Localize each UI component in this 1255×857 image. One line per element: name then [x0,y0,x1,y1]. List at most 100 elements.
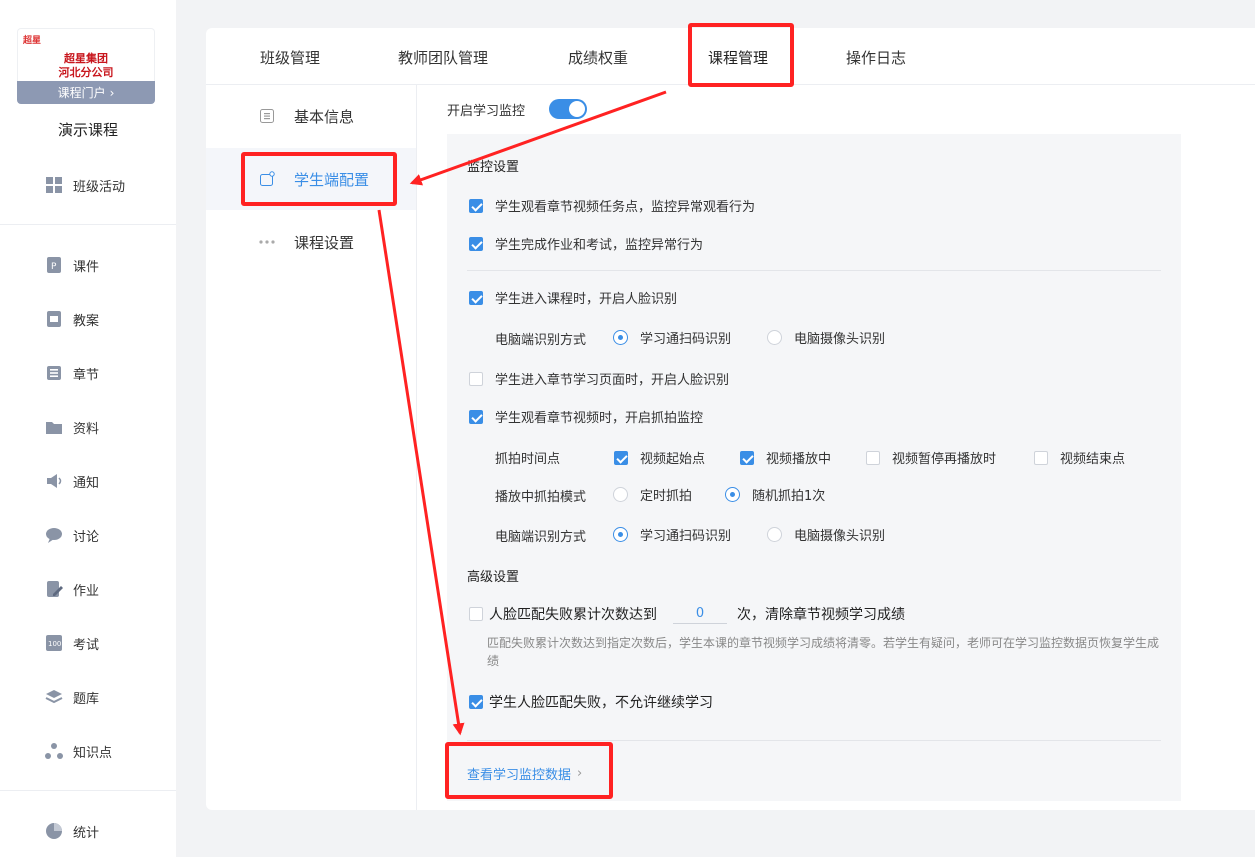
radio-random-snapshot[interactable]: 随机抓拍1次 [725,485,825,504]
radio-label: 电脑摄像头识别 [794,529,886,544]
option-fail-count-clear[interactable]: 人脸匹配失败累计次数达到 0 次，清除章节视频学习成绩 [469,604,905,624]
list-icon [45,364,63,382]
more-dots-icon [258,239,276,245]
highlight-view-data-link [445,742,613,799]
sidebar-item-lesson-plan[interactable]: 教案 [45,307,99,331]
layers-icon [45,688,63,706]
svg-text:P: P [51,262,57,272]
sidebar-item-label: 班级活动 [73,179,126,195]
checkbox[interactable] [866,450,880,465]
edit-icon [45,580,63,598]
fail-count-hint: 匹配失败累计次数达到指定次数后，学生本课的章节视频学习成绩将清零。若学生有疑问，… [487,636,1160,668]
option-face-recognition-chapter[interactable]: 学生进入章节学习页面时，开启人脸识别 [469,369,729,388]
checkbox[interactable] [469,695,483,709]
snapshot-time-video-start[interactable]: 视频起始点 [614,448,705,467]
sidebar-item-label: 讨论 [73,529,100,545]
sidebar-item-label: 通知 [73,475,100,491]
radio[interactable] [767,330,782,345]
radio-camera-2[interactable]: 电脑摄像头识别 [767,525,885,544]
sidebar-item-homework[interactable]: 作业 [45,577,99,601]
option-label: 学生完成作业和考试，监控异常行为 [495,238,704,253]
option-snapshot-monitor[interactable]: 学生观看章节视频时，开启抓拍监控 [469,407,703,426]
radio[interactable] [613,487,628,502]
checkbox[interactable] [614,450,628,465]
snapshot-time-video-playing[interactable]: 视频播放中 [740,448,831,467]
tab-operation-log[interactable]: 操作日志 [846,47,906,68]
divider [467,740,1161,741]
exam-icon: 100 [45,634,63,652]
option-label: 学生观看章节视频时，开启抓拍监控 [495,411,704,426]
option-label: 学生观看章节视频任务点，监控异常观看行为 [495,200,756,215]
info-doc-icon [258,108,276,124]
sidebar-item-chapters[interactable]: 章节 [45,361,99,385]
sidebar-item-notices[interactable]: 通知 [45,469,99,493]
lesson-plan-icon [45,310,63,328]
option-video-task-monitor[interactable]: 学生观看章节视频任务点，监控异常观看行为 [469,196,755,215]
radio-timed-snapshot[interactable]: 定时抓拍 [613,485,692,504]
radio[interactable] [767,527,782,542]
radio[interactable] [725,487,740,502]
nodes-icon [45,742,63,760]
settings-box: 监控设置 学生观看章节视频任务点，监控异常观看行为 学生完成作业和考试，监控异常… [447,134,1181,801]
radio-label: 定时抓拍 [640,489,693,504]
option-label: 视频结束点 [1060,452,1126,467]
pc-recognition-label: 电脑端识别方式 [495,333,587,348]
fail-count-input[interactable]: 0 [673,604,727,624]
snapshot-time-video-end[interactable]: 视频结束点 [1034,448,1125,467]
sidebar-item-label: 课件 [73,259,100,275]
chat-icon [45,526,63,544]
sidebar-item-question-bank[interactable]: 题库 [45,685,99,709]
option-label: 视频播放中 [766,452,832,467]
nav-item-label: 课程设置 [294,233,355,252]
sidebar-divider [0,790,176,791]
radio[interactable] [613,330,628,345]
sidebar-item-label: 章节 [73,367,100,383]
sidebar-item-discussion[interactable]: 讨论 [45,523,99,547]
sidebar-item-exam[interactable]: 100 考试 [45,631,99,655]
tab-teacher-team[interactable]: 教师团队管理 [398,47,488,68]
option-homework-exam-monitor[interactable]: 学生完成作业和考试，监控异常行为 [469,234,703,253]
brand-card[interactable]: 超星 超星集团 河北分公司 课程门户 › [17,28,155,104]
nav-basic-info[interactable]: 基本信息 [206,85,416,147]
sidebar-item-knowledge-points[interactable]: 知识点 [45,739,112,763]
folder-icon [45,418,63,436]
monitor-toggle[interactable] [549,99,588,119]
config-content: 开启学习监控 监控设置 学生观看章节视频任务点，监控异常观看行为 学生完成作业和… [417,85,1255,810]
sidebar-item-materials[interactable]: 资料 [45,415,99,439]
option-label: 学生进入课程时，开启人脸识别 [495,292,678,307]
brand-name-line2: 河北分公司 [58,66,114,79]
checkbox[interactable] [469,371,483,386]
option-face-recognition-course[interactable]: 学生进入课程时，开启人脸识别 [469,288,677,307]
highlight-student-config-nav [241,152,397,206]
option-label: 视频起始点 [640,452,706,467]
nav-course-settings[interactable]: 课程设置 [206,211,416,273]
radio-qr-scan-1[interactable]: 学习通扫码识别 [613,328,731,347]
radio[interactable] [613,527,628,542]
course-portal-button[interactable]: 课程门户 › [17,81,155,104]
sidebar-item-label: 题库 [73,691,100,707]
tab-class-management[interactable]: 班级管理 [260,47,320,68]
checkbox[interactable] [1034,450,1048,465]
tab-grade-weight[interactable]: 成绩权重 [568,47,628,68]
sidebar-item-statistics[interactable]: 统计 [45,819,99,843]
snapshot-time-pause-resume[interactable]: 视频暂停再播放时 [866,448,996,467]
fail-count-prefix: 人脸匹配失败累计次数达到 [489,607,657,623]
radio-label: 学习通扫码识别 [640,332,732,347]
checkbox[interactable] [469,607,483,621]
sidebar-item-class-activity[interactable]: 班级活动 [45,173,125,197]
sidebar-item-label: 作业 [73,583,100,599]
pc-recognition-label: 电脑端识别方式 [495,530,587,545]
option-fail-block-learning[interactable]: 学生人脸匹配失败，不允许继续学习 [469,692,713,712]
divider [467,270,1161,271]
snapshot-time-label: 抓拍时间点 [495,452,561,467]
chevron-right-icon: › [109,85,115,100]
checkbox[interactable] [469,198,483,213]
radio-qr-scan-2[interactable]: 学习通扫码识别 [613,525,731,544]
checkbox[interactable] [469,409,483,424]
checkbox[interactable] [469,290,483,305]
checkbox[interactable] [469,236,483,251]
sidebar-item-courseware[interactable]: P 课件 [45,253,99,277]
checkbox[interactable] [740,450,754,465]
radio-camera-1[interactable]: 电脑摄像头识别 [767,328,885,347]
brand-logo: 超星 [23,36,42,46]
